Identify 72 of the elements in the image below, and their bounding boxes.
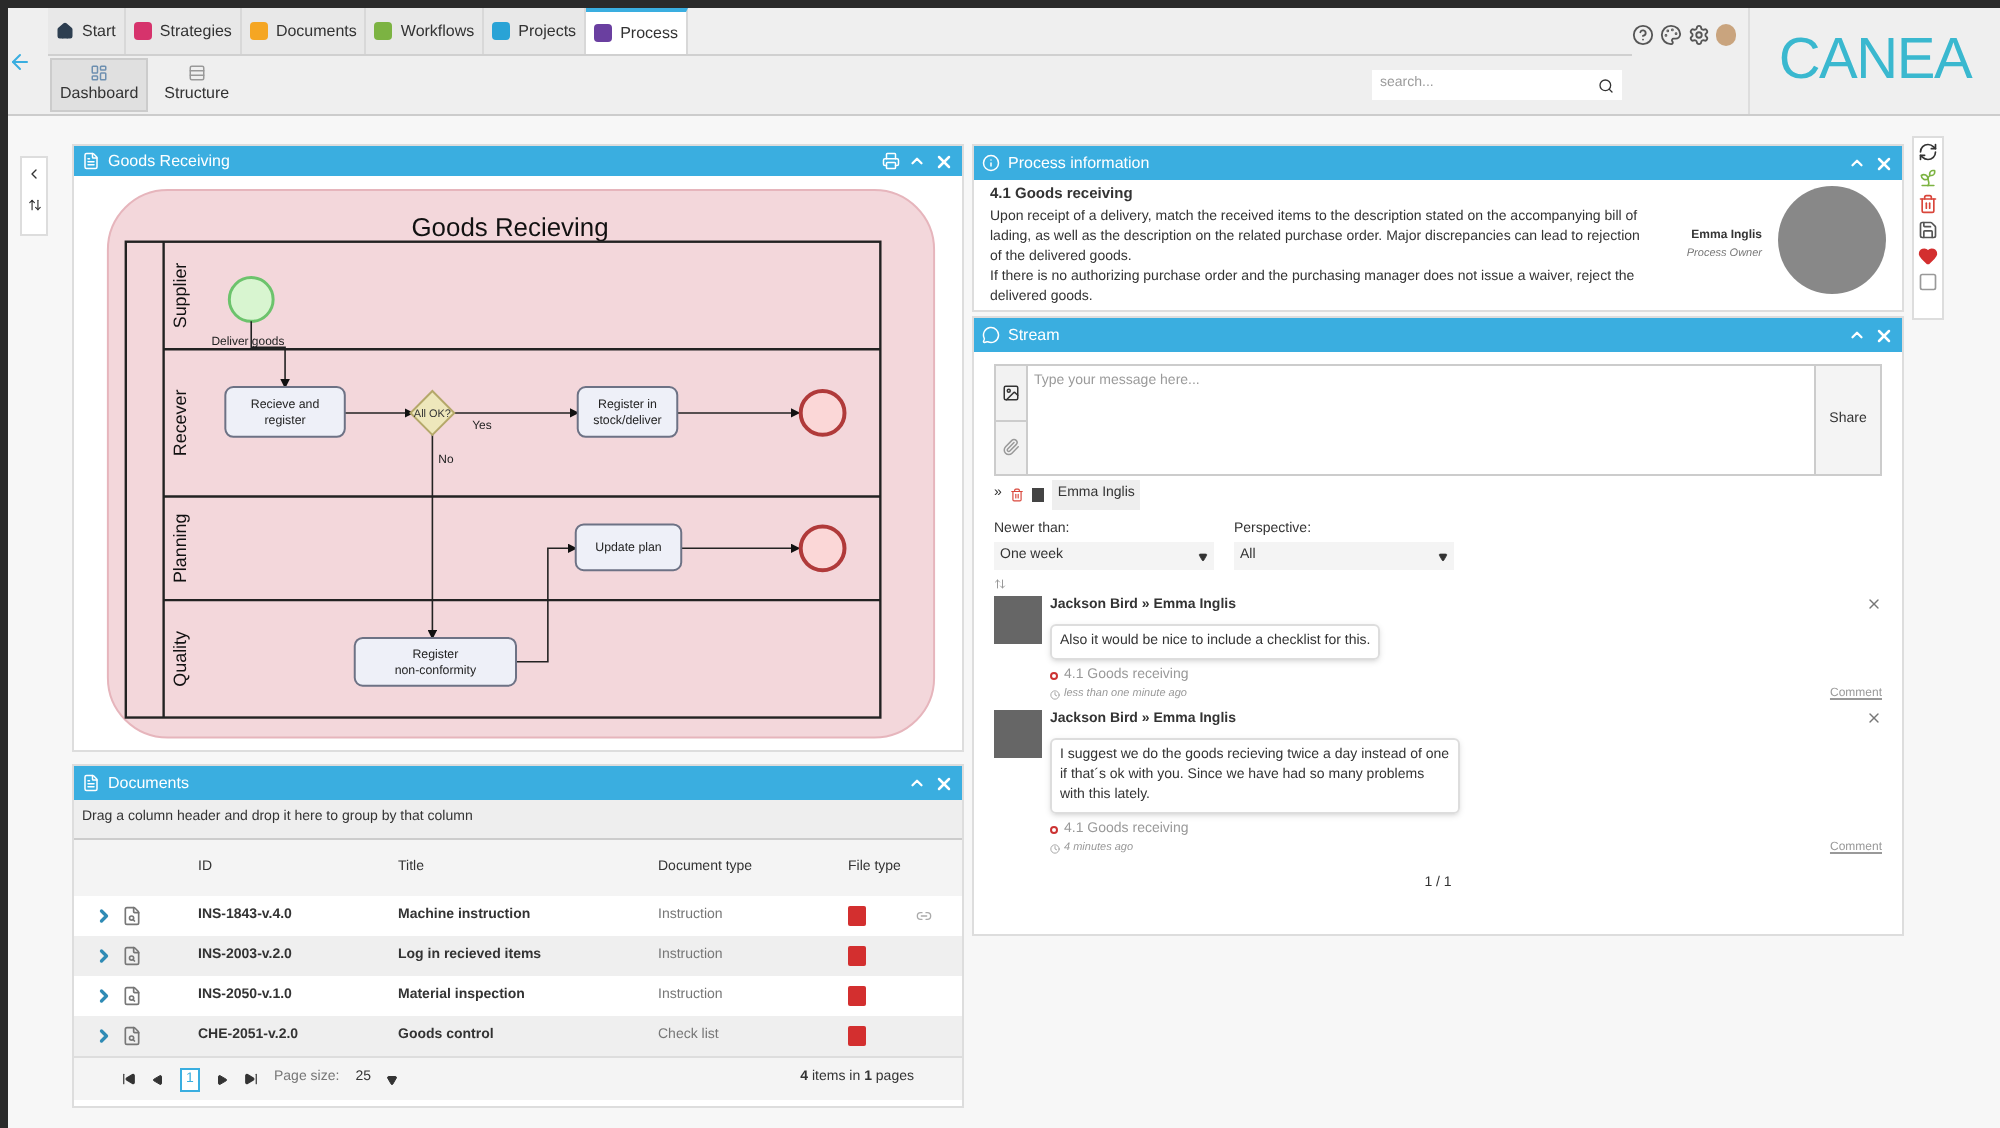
lane-label: Recever [170,390,191,457]
rows-icon [187,64,206,82]
diagram-title: Goods Recieving [411,212,609,243]
module-tab[interactable]: Start [48,8,126,54]
module-tab[interactable]: Projects [484,8,587,54]
checkbox-icon[interactable] [1918,272,1938,292]
view-tab[interactable]: Structure [156,60,238,110]
module-tab[interactable]: Documents [241,8,367,54]
trash-icon[interactable] [1009,487,1024,502]
image-icon[interactable] [1002,383,1020,402]
close-icon[interactable] [1874,325,1894,345]
palette-icon[interactable] [1660,24,1682,46]
delete-icon[interactable] [1866,596,1882,612]
preview-icon[interactable] [122,906,142,926]
collapse-icon[interactable] [1848,326,1866,344]
search-icon [1598,77,1614,93]
lane-label: Planning [170,514,191,584]
clock-icon [1050,690,1060,700]
preview-icon[interactable] [122,986,142,1006]
trash-icon[interactable] [1918,194,1938,214]
caret-icon [1198,551,1208,561]
module-tab[interactable]: Workflows [366,8,485,54]
panel-title: Documents [108,771,191,795]
caret-icon [1438,551,1448,561]
sort-icon[interactable] [27,198,41,212]
settings-icon[interactable] [1688,24,1710,46]
lane-label: Supplier [170,263,191,329]
process-icon [1050,671,1058,680]
document-icon [82,152,100,171]
close-icon[interactable] [1874,153,1894,173]
next-page-icon[interactable] [216,1073,228,1085]
module-tab[interactable]: Process [586,8,688,54]
back-icon[interactable] [8,49,32,73]
view-tab[interactable]: Dashboard [50,58,149,112]
author-avatar [994,596,1042,644]
link-icon[interactable] [916,908,932,924]
refresh-icon[interactable] [1918,142,1938,162]
clock-icon [1050,844,1060,854]
first-page-icon[interactable] [122,1072,136,1086]
dashboard-icon [90,64,109,82]
close-icon[interactable] [934,151,954,172]
chat-icon [982,326,1000,344]
side-toggle[interactable] [20,156,48,236]
delete-icon[interactable] [1866,710,1882,726]
help-icon[interactable] [1632,24,1654,46]
module-tab[interactable]: Strategies [125,8,242,54]
last-page-icon[interactable] [244,1072,258,1086]
document-icon [82,774,100,792]
caret-icon [386,1073,399,1085]
heart-icon[interactable] [1918,246,1938,266]
collapse-icon[interactable] [1848,154,1866,172]
prev-page-icon[interactable] [152,1073,164,1085]
panel-title: Process information [1008,151,1152,175]
panel-title: Stream [1008,323,1062,347]
attach-icon[interactable] [1002,438,1020,457]
close-icon[interactable] [934,773,954,793]
home-icon [56,22,74,40]
preview-icon[interactable] [122,1026,142,1046]
chevron-left-icon[interactable] [26,166,42,182]
end-event [798,525,847,573]
info-icon [982,154,1000,172]
collapse-icon[interactable] [908,774,926,792]
panel-title: Goods Receiving [108,149,232,174]
preview-icon[interactable] [122,946,142,966]
lane-label: Quality [170,631,191,688]
author-avatar [994,710,1042,758]
save-icon[interactable] [1918,220,1938,240]
print-icon[interactable] [882,152,900,171]
person-icon [1031,487,1044,502]
logo: CANEA [1778,25,1972,96]
owner-photo [1778,186,1886,294]
process-icon [1050,825,1058,834]
